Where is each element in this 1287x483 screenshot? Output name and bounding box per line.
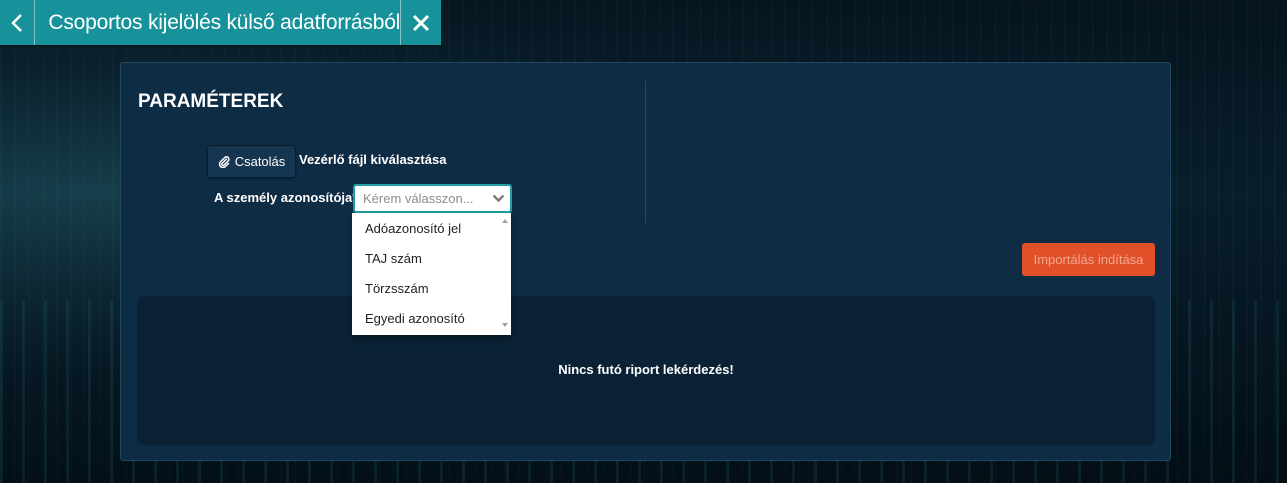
dropdown-option[interactable]: Törzsszám (352, 274, 511, 304)
attach-file-label: Vezérlő fájl kiválasztása (299, 152, 447, 167)
scroll-up-icon[interactable] (502, 219, 508, 223)
report-empty-message: Nincs futó riport lekérdezés! (558, 362, 734, 377)
person-id-select[interactable]: Kérem válasszon... (353, 184, 512, 213)
parameters-heading: PARAMÉTEREK (138, 91, 284, 112)
attach-button[interactable]: Csatolás (207, 145, 296, 178)
dropdown-option[interactable]: Egyedi azonosító (352, 304, 511, 334)
close-icon (413, 14, 430, 31)
column-divider (645, 81, 646, 223)
close-button[interactable] (400, 0, 441, 45)
dropdown-scrollbar[interactable] (499, 213, 511, 335)
back-button[interactable] (0, 0, 36, 45)
person-id-dropdown: Adóazonosító jel TAJ szám Törzsszám Egye… (352, 213, 511, 335)
dropdown-option[interactable]: TAJ szám (352, 244, 511, 274)
chevron-left-icon (11, 13, 23, 32)
window-title: Csoportos kijelölés külső adatforrásból (48, 10, 401, 34)
chevron-down-icon (486, 194, 510, 203)
parameters-panel: PARAMÉTEREK Csatolás Vezérlő fájl kivála… (120, 62, 1171, 461)
paperclip-icon (218, 156, 230, 168)
window-titlebar: Csoportos kijelölés külső adatforrásból (0, 0, 441, 45)
scroll-down-icon[interactable] (502, 323, 508, 327)
person-id-select-placeholder: Kérem válasszon... (363, 191, 474, 206)
report-area: Nincs futó riport lekérdezés! (137, 296, 1155, 445)
attach-button-label: Csatolás (234, 154, 286, 169)
import-start-button[interactable]: Importálás indítása (1022, 243, 1155, 276)
person-id-label: A személy azonosítója* (214, 190, 358, 205)
dropdown-option[interactable]: Adóazonosító jel (352, 214, 511, 244)
